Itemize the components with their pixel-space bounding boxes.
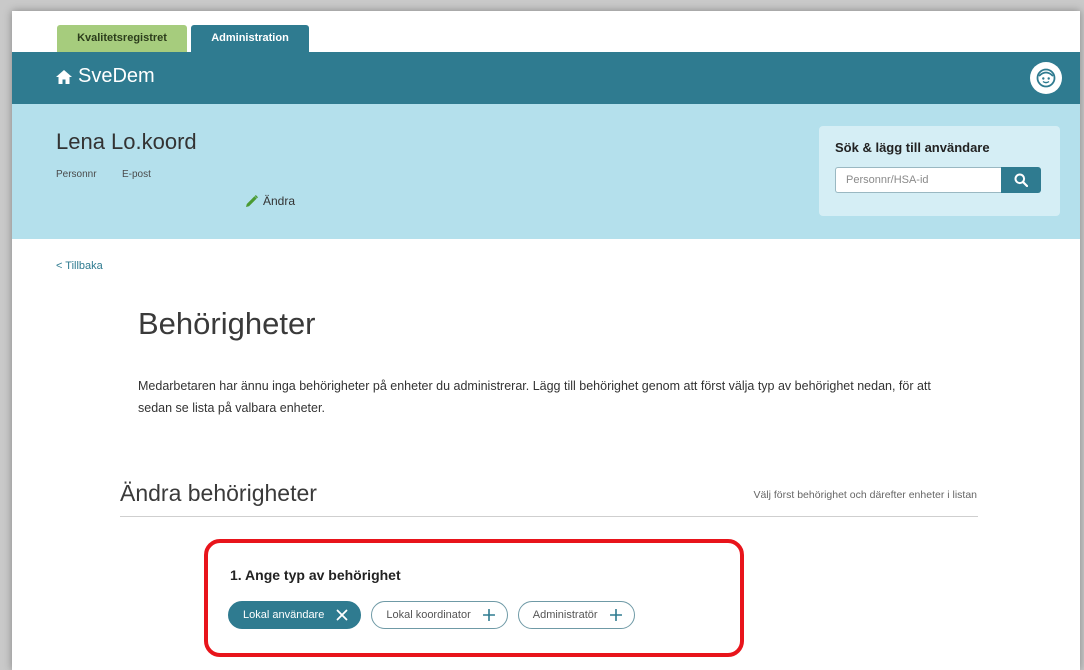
face-icon xyxy=(1036,68,1056,88)
user-name: Lena Lo.koord xyxy=(56,129,197,154)
tab-administration[interactable]: Administration xyxy=(191,25,309,52)
user-search-panel: Sök & lägg till användare xyxy=(819,126,1060,216)
intro-text: Medarbetaren har ännu inga behörigheter … xyxy=(138,379,931,415)
search-button[interactable] xyxy=(1001,167,1041,193)
role-chip-administrator[interactable]: Administratör xyxy=(517,601,635,629)
plus-icon[interactable] xyxy=(482,609,495,621)
role-chip-lokal-koordinator[interactable]: Lokal koordinator xyxy=(371,601,508,629)
section-divider xyxy=(120,516,978,517)
home-icon xyxy=(56,69,72,84)
role-chip-group: Lokal användare Lokal koordinator Admini… xyxy=(228,601,635,629)
edit-label: Ändra xyxy=(263,194,296,208)
page-title: Behörigheter xyxy=(138,306,316,341)
tab-kvalitetsregistret[interactable]: Kvalitetsregistret xyxy=(57,25,187,52)
personnr-search-input[interactable] xyxy=(835,167,1001,193)
remove-icon[interactable] xyxy=(336,609,348,621)
user-avatar[interactable] xyxy=(1030,62,1062,94)
role-chip-lokal-anvandare[interactable]: Lokal användare xyxy=(228,601,362,629)
back-link[interactable]: < Tillbaka xyxy=(56,260,103,272)
profile-header: Lena Lo.koord Personnr E-post Ändra Sök … xyxy=(12,104,1080,239)
pencil-icon xyxy=(246,194,258,207)
step-title: 1. Ange typ av behörighet xyxy=(230,567,401,583)
brand-bar: SveDem xyxy=(12,52,1080,104)
app-window: Kvalitetsregistret Administration SveDem… xyxy=(12,11,1080,670)
top-tab-strip: Kvalitetsregistret Administration xyxy=(12,11,1080,52)
brand-name: SveDem xyxy=(78,65,155,87)
search-panel-title: Sök & lägg till användare xyxy=(835,140,990,155)
edit-profile-link[interactable]: Ändra xyxy=(245,194,295,208)
search-icon xyxy=(1014,173,1028,187)
personnr-label: Personnr xyxy=(56,169,97,180)
role-chip-label: Lokal koordinator xyxy=(386,609,471,621)
plus-icon[interactable] xyxy=(609,609,622,621)
section-title: Ändra behörigheter xyxy=(120,480,317,506)
role-chip-label: Administratör xyxy=(532,609,598,621)
brand-home-link[interactable]: SveDem xyxy=(56,65,155,88)
section-hint: Välj först behörighet och därefter enhet… xyxy=(753,489,977,501)
epost-label: E-post xyxy=(122,169,151,180)
role-chip-label: Lokal användare xyxy=(243,609,325,621)
role-type-highlight-box: 1. Ange typ av behörighet Lokal användar… xyxy=(204,539,744,657)
